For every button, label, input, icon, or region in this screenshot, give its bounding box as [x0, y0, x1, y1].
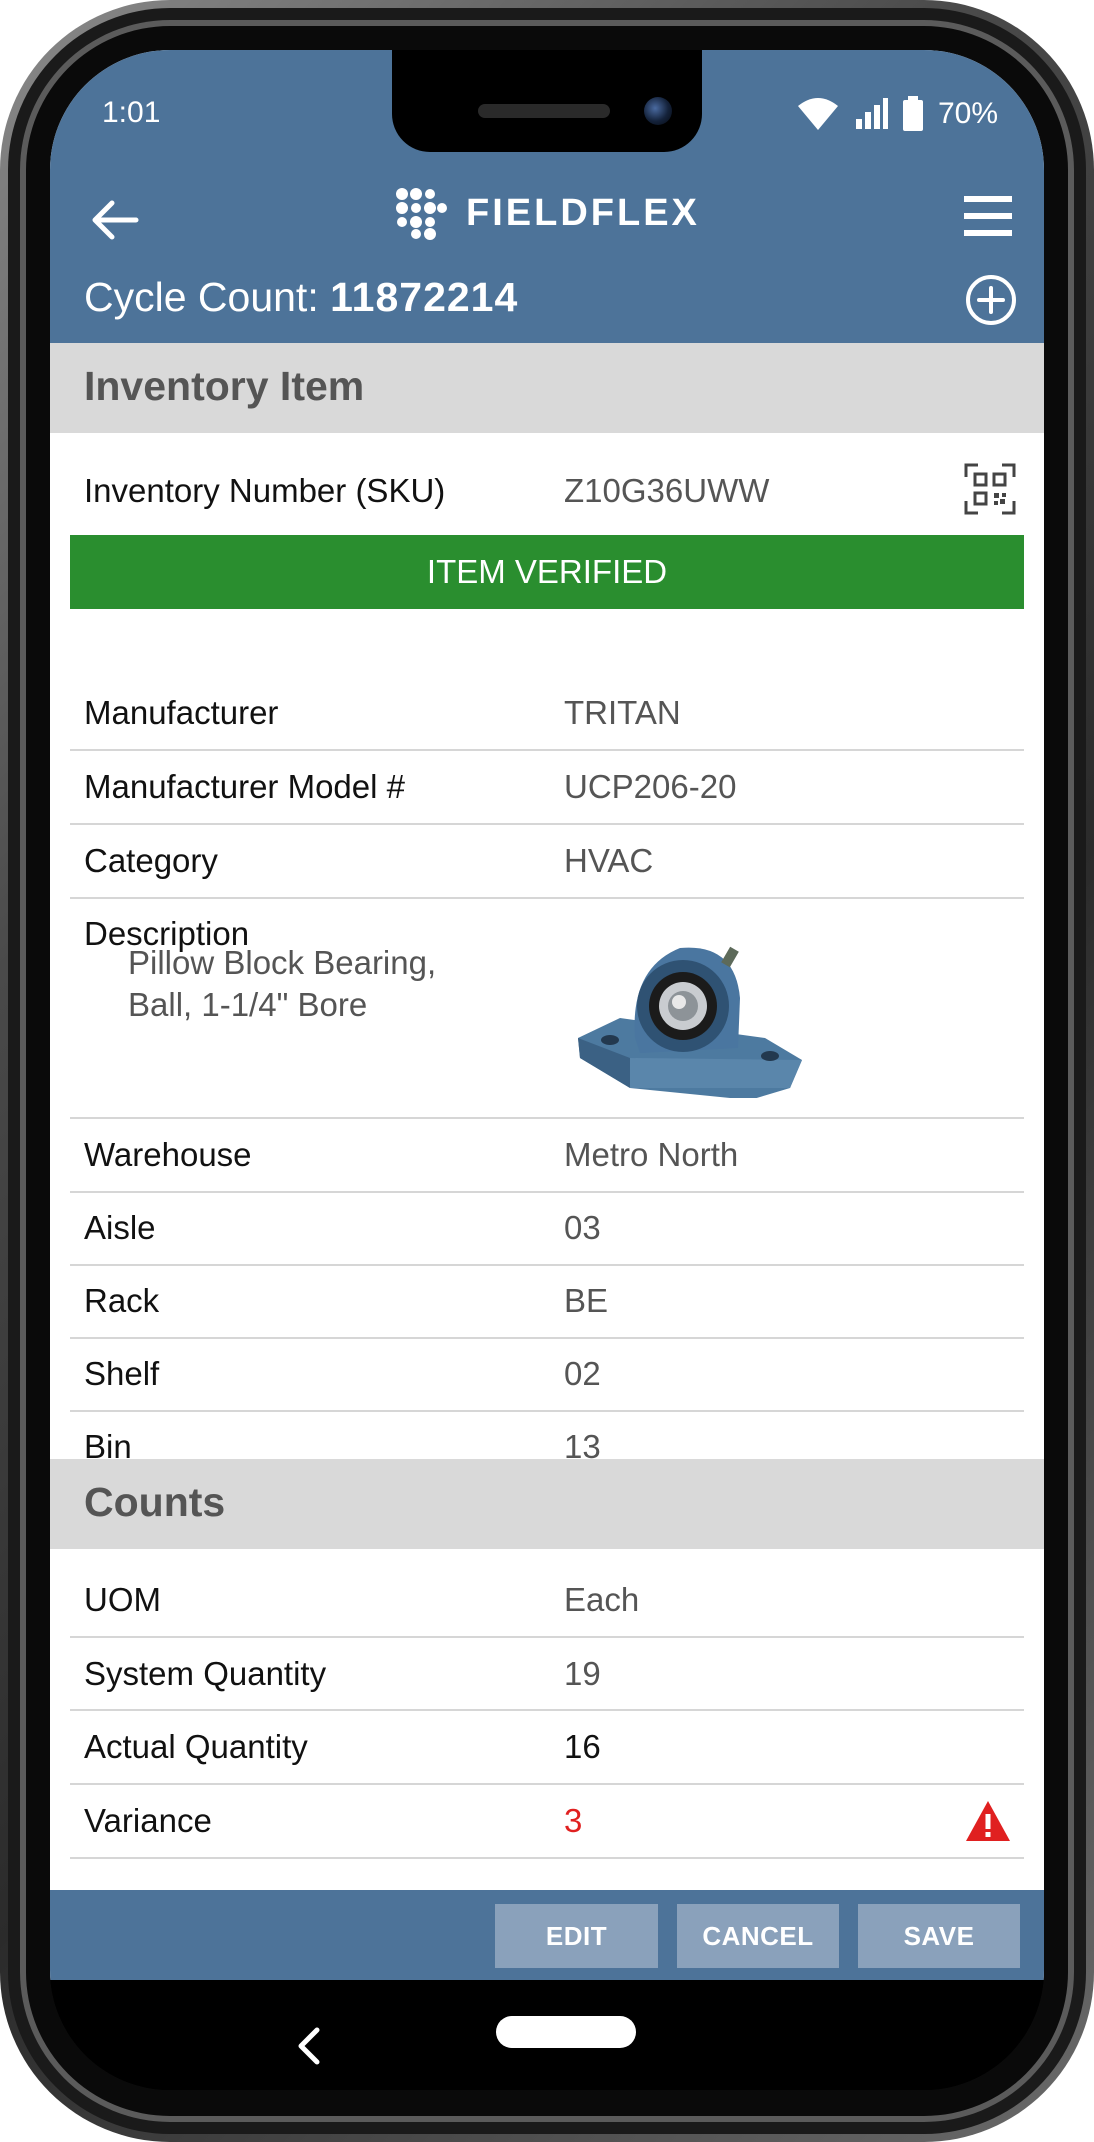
item-verified-banner: ITEM VERIFIED: [70, 535, 1024, 609]
actual-quantity-row: Actual Quantity 16: [70, 1711, 1024, 1785]
field-label: Manufacturer: [84, 694, 279, 731]
field-value: TRITAN: [564, 694, 681, 731]
add-circle-icon[interactable]: [964, 273, 1018, 327]
category-row: Category HVAC: [70, 825, 1024, 899]
phone-screen: 1:01 70% FIELDFLEX Cycle Count: 11872214…: [50, 50, 1044, 2090]
logo-text: FIELDFLEX: [466, 191, 700, 234]
field-label: Rack: [84, 1282, 160, 1319]
counts-section-header: Counts: [50, 1459, 1044, 1549]
status-time: 1:01: [102, 96, 161, 129]
sku-label: Inventory Number (SKU): [84, 472, 446, 509]
actual-quantity-value[interactable]: 16: [564, 1728, 601, 1766]
page-title: Cycle Count: 11872214: [84, 274, 518, 321]
uom-row: UOM Each: [70, 1549, 1024, 1638]
section-title: Inventory Item: [84, 363, 365, 409]
rack-row: Rack BE: [70, 1265, 1024, 1339]
field-label: Variance: [84, 1802, 212, 1839]
field-label: Category: [84, 842, 218, 879]
speaker-grille: [478, 104, 610, 118]
section-title: Counts: [84, 1479, 226, 1525]
model-row: Manufacturer Model # UCP206-20: [70, 751, 1024, 825]
signal-icon: [855, 98, 888, 129]
field-value: HVAC: [564, 842, 654, 879]
back-arrow-icon[interactable]: [84, 190, 144, 250]
field-value: UCP206-20: [564, 768, 737, 805]
field-value: BE: [564, 1282, 609, 1319]
nav-home-button[interactable]: [496, 2016, 636, 2048]
manufacturer-row: Manufacturer TRITAN: [70, 609, 1024, 751]
fieldflex-logo: FIELDFLEX: [394, 186, 700, 240]
field-value: Metro North: [564, 1136, 739, 1173]
title-prefix: Cycle Count:: [84, 274, 319, 320]
field-value: 02: [564, 1355, 601, 1392]
nav-back-icon[interactable]: [293, 2026, 323, 2066]
camera-notch: [392, 50, 702, 152]
field-value: 19: [564, 1655, 601, 1692]
description-text: Pillow Block Bearing, Ball, 1-1/4" Bore: [128, 944, 437, 1023]
status-icons: 70%: [796, 96, 998, 132]
wifi-icon: [797, 98, 838, 130]
field-label: Aisle: [84, 1209, 156, 1246]
field-label: Shelf: [84, 1355, 160, 1392]
app-view: 1:01 70% FIELDFLEX Cycle Count: 11872214…: [50, 50, 1044, 1980]
warehouse-row: Warehouse Metro North: [70, 1119, 1024, 1193]
inventory-section-header: Inventory Item: [50, 343, 1044, 433]
qr-scan-icon[interactable]: [964, 463, 1016, 515]
field-label: Actual Quantity: [84, 1728, 308, 1765]
field-label: UOM: [84, 1581, 161, 1618]
system-quantity-row: System Quantity 19: [70, 1638, 1024, 1711]
sku-value: Z10G36UWW: [564, 472, 770, 509]
product-image: [578, 946, 802, 1098]
field-label: Manufacturer Model #: [84, 768, 405, 805]
hamburger-menu-icon[interactable]: [962, 190, 1014, 242]
sku-row: Inventory Number (SKU) Z10G36UWW: [70, 448, 1024, 534]
cycle-number: 11872214: [330, 274, 519, 320]
variance-row: Variance 3: [70, 1785, 1024, 1859]
field-label: Warehouse: [84, 1136, 252, 1173]
field-value: 03: [564, 1209, 601, 1246]
cancel-button[interactable]: CANCEL: [677, 1904, 839, 1968]
front-camera: [644, 97, 672, 125]
aisle-row: Aisle 03: [70, 1192, 1024, 1266]
save-button[interactable]: SAVE: [858, 1904, 1020, 1968]
edit-button[interactable]: EDIT: [495, 1904, 658, 1968]
field-label: System Quantity: [84, 1655, 327, 1692]
field-value: Each: [564, 1581, 640, 1618]
variance-value: 3: [564, 1802, 583, 1839]
battery-icon: [902, 96, 923, 131]
battery-percent: 70%: [937, 97, 998, 130]
warning-icon: [966, 1801, 1010, 1841]
shelf-row: Shelf 02: [70, 1338, 1024, 1412]
logo-mark-icon: [396, 188, 447, 240]
